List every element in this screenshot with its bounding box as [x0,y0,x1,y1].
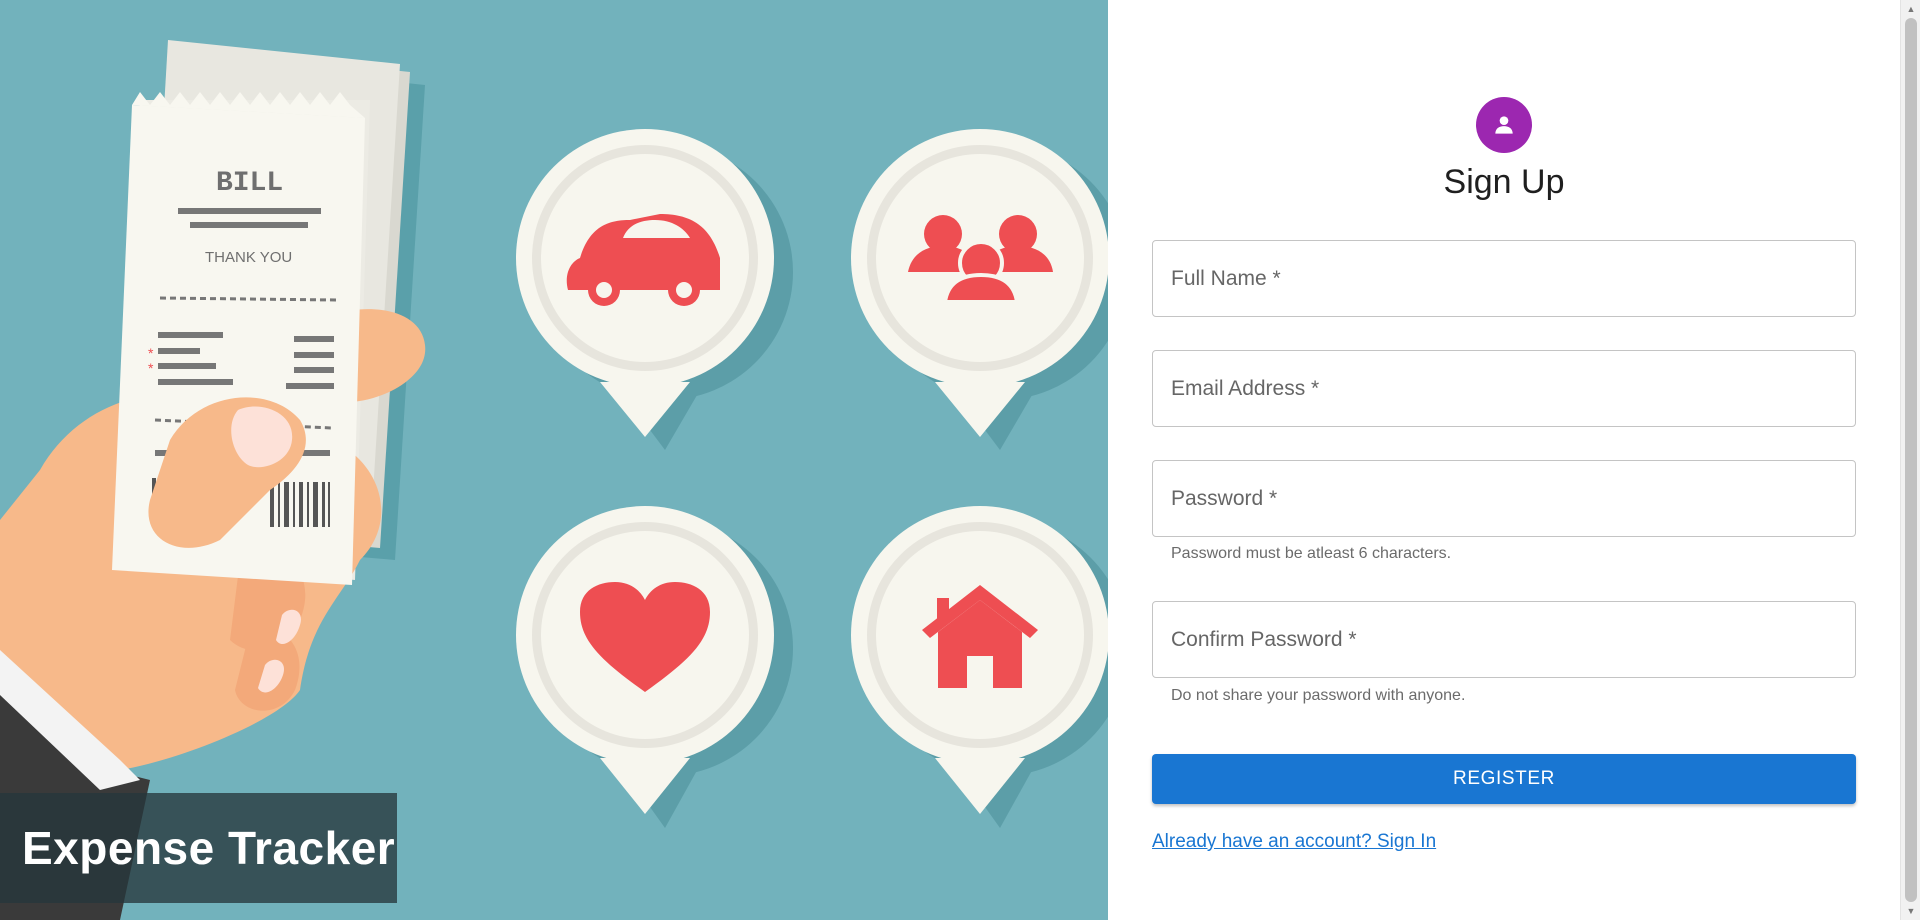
car-pin [516,129,793,450]
hero-illustration: BILL THANK YOU * * Expense Tracker [0,0,1108,920]
avatar [1476,97,1532,153]
password-field[interactable]: Password * [1152,460,1856,537]
scrollbar[interactable]: ▲ ▼ [1900,0,1920,920]
password-helper-text: Password must be atleast 6 characters. [1171,545,1452,562]
signin-link[interactable]: Already have an account? Sign In [1152,831,1436,853]
confirm-password-field[interactable]: Confirm Password * [1152,601,1856,678]
receipt-title: BILL [216,168,283,199]
scroll-up-arrow-icon[interactable]: ▲ [1901,0,1920,18]
home-pin [851,506,1108,828]
svg-text:*: * [148,360,154,376]
confirm-password-helper-text: Do not share your password with anyone. [1171,687,1466,704]
confirm-password-label: Confirm Password * [1171,627,1357,651]
email-label: Email Address * [1171,376,1320,400]
expense-illustration: BILL THANK YOU * * [0,40,1108,920]
scroll-down-arrow-icon[interactable]: ▼ [1901,902,1920,920]
scroll-thumb[interactable] [1905,18,1917,902]
receipt-subtitle: THANK YOU [205,249,292,266]
register-button[interactable]: Register [1152,754,1856,804]
password-label: Password * [1171,486,1278,510]
page-title: Sign Up [1443,163,1565,201]
svg-text:*: * [148,345,154,361]
person-icon [1495,116,1513,134]
brand-title: Expense Tracker [22,822,396,874]
full-name-field[interactable]: Full Name * [1152,240,1856,317]
full-name-label: Full Name * [1171,266,1281,290]
email-field[interactable]: Email Address * [1152,350,1856,427]
brand-banner: Expense Tracker [0,793,397,903]
signup-panel: Sign Up Full Name * Email Address * Pass… [1108,0,1900,920]
people-pin [851,129,1108,450]
heart-pin [516,506,793,828]
